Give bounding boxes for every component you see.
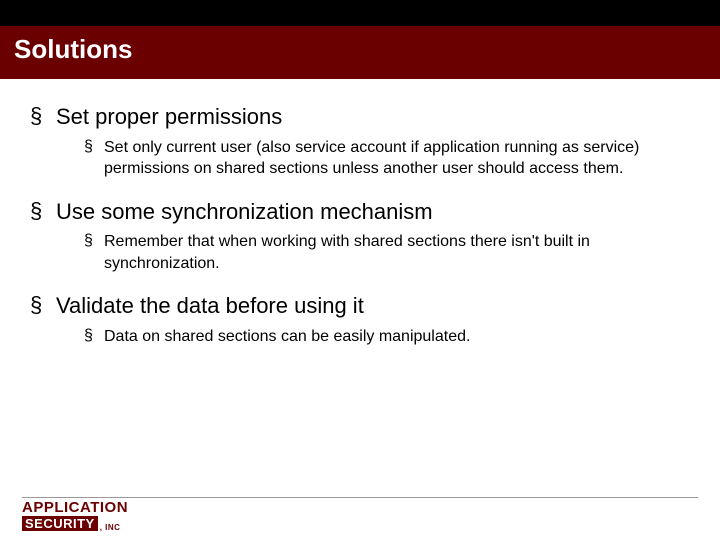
- logo-line2: SECURITY, INC: [22, 516, 120, 532]
- sub-bullet-list: Set only current user (also service acco…: [56, 137, 690, 180]
- sub-bullet-item: Set only current user (also service acco…: [84, 137, 690, 180]
- title-bar: Solutions: [0, 26, 720, 79]
- footer: APPLICATION SECURITY, INC: [0, 497, 720, 540]
- sub-bullet-item: Remember that when working with shared s…: [84, 231, 690, 274]
- bullet-item: Set proper permissions Set only current …: [30, 103, 690, 180]
- bullet-text: Set proper permissions: [56, 103, 690, 131]
- logo-security: SECURITY: [22, 516, 98, 531]
- bullet-text: Validate the data before using it: [56, 292, 690, 320]
- slide-content: Set proper permissions Set only current …: [0, 79, 720, 540]
- bullet-item: Use some synchronization mechanism Remem…: [30, 198, 690, 275]
- top-black-bar: [0, 0, 720, 26]
- logo: APPLICATION SECURITY, INC: [22, 500, 128, 532]
- sub-bullet-text: Set only current user (also service acco…: [104, 137, 644, 180]
- sub-bullet-text: Data on shared sections can be easily ma…: [104, 326, 644, 348]
- logo-inc: , INC: [100, 523, 121, 532]
- bullet-list: Set proper permissions Set only current …: [30, 103, 690, 347]
- sub-bullet-list: Remember that when working with shared s…: [56, 231, 690, 274]
- bullet-text: Use some synchronization mechanism: [56, 198, 690, 226]
- slide: Solutions Set proper permissions Set onl…: [0, 0, 720, 540]
- logo-line1: APPLICATION: [22, 500, 128, 515]
- sub-bullet-text: Remember that when working with shared s…: [104, 231, 644, 274]
- sub-bullet-item: Data on shared sections can be easily ma…: [84, 326, 690, 348]
- footer-divider: [22, 497, 698, 498]
- bullet-item: Validate the data before using it Data o…: [30, 292, 690, 347]
- slide-title: Solutions: [14, 34, 706, 65]
- sub-bullet-list: Data on shared sections can be easily ma…: [56, 326, 690, 348]
